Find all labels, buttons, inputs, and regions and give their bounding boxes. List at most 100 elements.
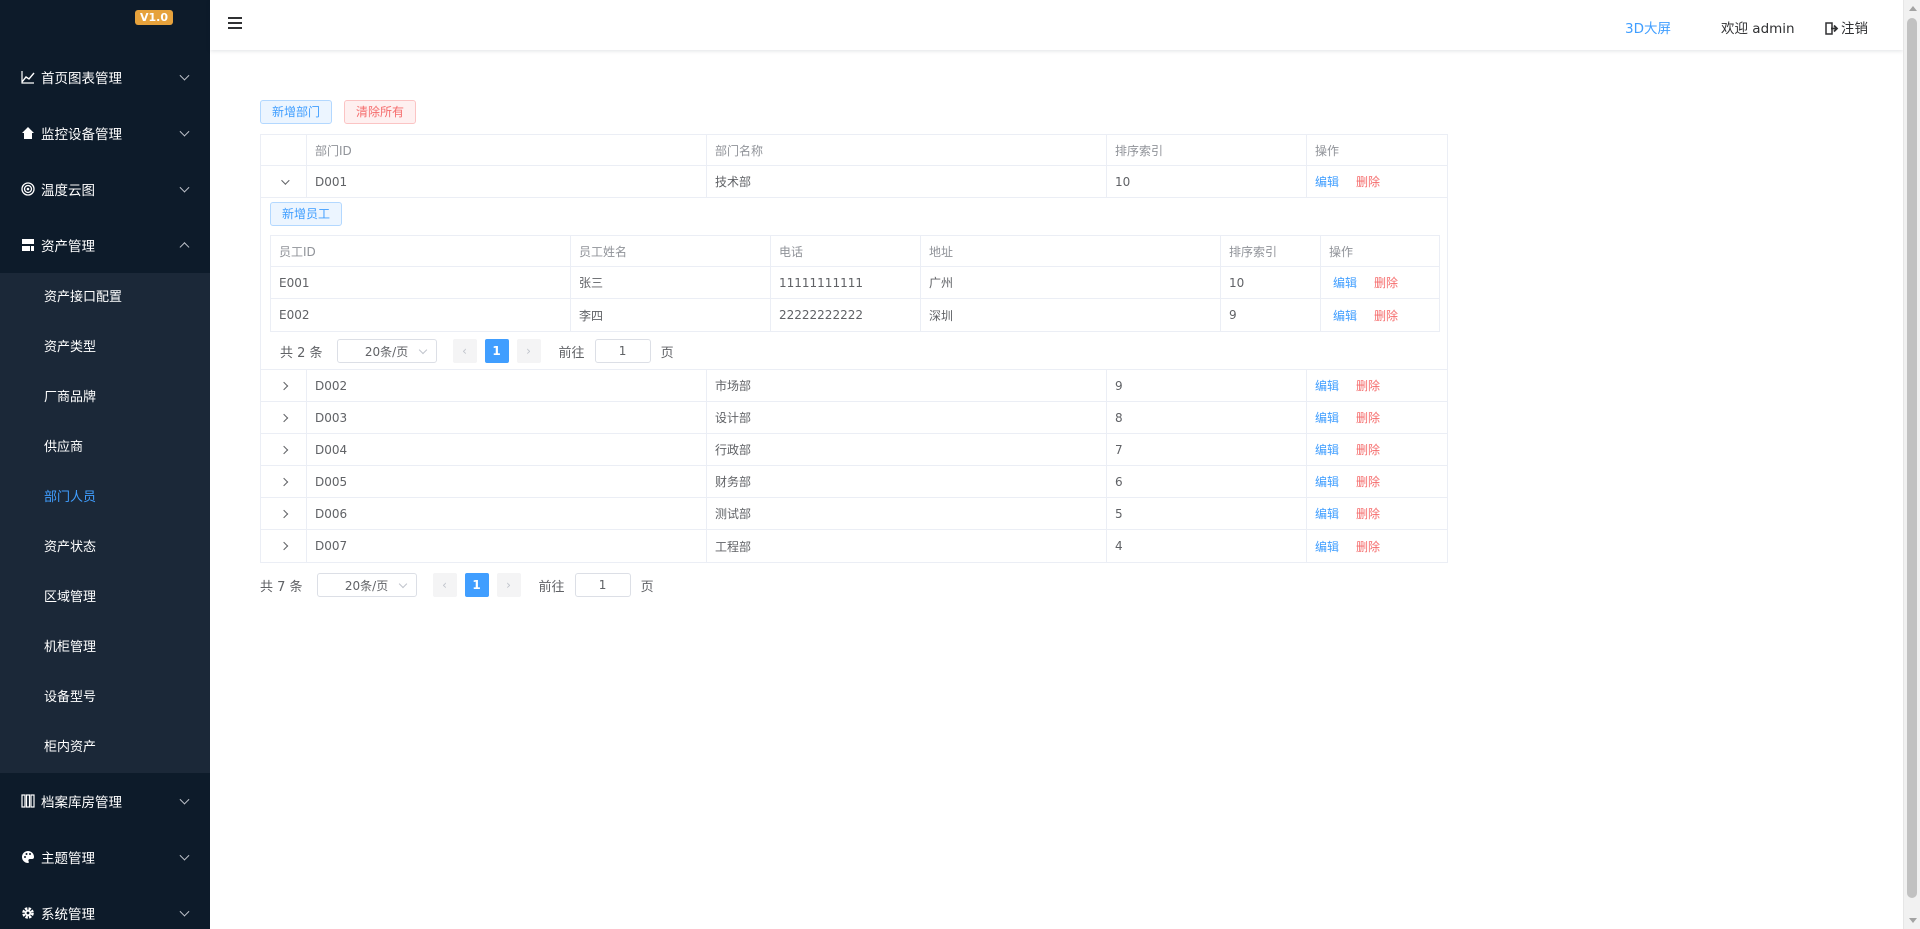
- table-row: D001 技术部 10 编辑 删除: [261, 166, 1447, 198]
- hamburger-menu-icon[interactable]: [228, 17, 242, 29]
- chevron-right-icon: [279, 381, 288, 390]
- edit-button[interactable]: 编辑: [1315, 473, 1339, 490]
- dept-name-cell: 测试部: [707, 498, 1107, 529]
- page-size-select[interactable]: 20条/页: [316, 573, 417, 597]
- sidebar-group-archive[interactable]: 档案库房管理: [0, 773, 210, 829]
- chevron-down-icon: [179, 906, 190, 917]
- clear-all-button[interactable]: 清除所有: [344, 100, 417, 124]
- expand-toggle[interactable]: [261, 370, 307, 401]
- scroll-down-arrow-icon[interactable]: [1909, 918, 1917, 923]
- employee-phone-cell: 22222222222: [771, 299, 921, 331]
- sidebar-item-cabinet[interactable]: 机柜管理: [0, 623, 210, 673]
- delete-button[interactable]: 删除: [1356, 505, 1380, 522]
- pagination-total: 共 7 条: [260, 579, 303, 595]
- page-jump-input[interactable]: 1: [574, 573, 631, 597]
- prev-page-button[interactable]: ‹: [432, 573, 457, 597]
- expand-toggle[interactable]: [261, 498, 307, 529]
- goto-label: 前往: [558, 345, 585, 361]
- add-employee-button[interactable]: 新增员工: [270, 202, 343, 226]
- home-icon: [20, 126, 35, 141]
- sidebar-item-cabinet-assets[interactable]: 柜内资产: [0, 723, 210, 773]
- edit-button[interactable]: 编辑: [1333, 274, 1357, 291]
- sidebar-item-asset-interface[interactable]: 资产接口配置: [0, 273, 210, 323]
- vertical-scrollbar[interactable]: [1903, 0, 1920, 929]
- dept-id-cell: D003: [307, 402, 707, 433]
- logout-label: 注销: [1841, 21, 1868, 37]
- grid-icon: [20, 794, 35, 809]
- delete-button[interactable]: 删除: [1356, 377, 1380, 394]
- sidebar-group-system[interactable]: 系统管理: [0, 885, 210, 929]
- prev-page-button[interactable]: ‹: [452, 339, 477, 363]
- chevron-right-icon: [279, 477, 288, 486]
- page-size-select[interactable]: 20条/页: [336, 339, 437, 363]
- table-header: 员工ID 员工姓名 电话 地址 排序索引 操作: [271, 236, 1439, 267]
- dept-name-cell: 行政部: [707, 434, 1107, 465]
- sidebar-item-asset-type[interactable]: 资产类型: [0, 323, 210, 373]
- actions-cell: 编辑 删除: [1307, 370, 1447, 401]
- page-number-button[interactable]: 1: [484, 339, 509, 363]
- dept-name-cell: 技术部: [707, 166, 1107, 197]
- dept-id-cell: D007: [307, 530, 707, 562]
- sidebar-item-vendor-brand[interactable]: 厂商品牌: [0, 373, 210, 423]
- expand-toggle[interactable]: [261, 466, 307, 497]
- next-page-button[interactable]: ›: [496, 573, 521, 597]
- add-department-button[interactable]: 新增部门: [260, 100, 333, 124]
- edit-button[interactable]: 编辑: [1315, 505, 1339, 522]
- sidebar-group-label: 温度云图: [41, 183, 95, 199]
- table-row: D005 财务部 6 编辑 删除: [261, 466, 1447, 498]
- page-unit-label: 页: [640, 579, 654, 595]
- chevron-down-icon: [280, 175, 290, 185]
- sidebar-group-home-charts[interactable]: 首页图表管理: [0, 49, 210, 105]
- department-table: 部门ID 部门名称 排序索引 操作 D001 技术部 10 编辑 删除 新增员工…: [260, 134, 1448, 563]
- delete-button[interactable]: 删除: [1356, 441, 1380, 458]
- chevron-right-icon: ›: [526, 344, 531, 358]
- header-employee-id: 员工ID: [271, 236, 571, 266]
- delete-button[interactable]: 删除: [1374, 307, 1398, 324]
- edit-button[interactable]: 编辑: [1315, 538, 1339, 555]
- page-jump-input[interactable]: 1: [594, 339, 651, 363]
- sidebar-item-device-model[interactable]: 设备型号: [0, 673, 210, 723]
- chevron-right-icon: [279, 509, 288, 518]
- next-page-button[interactable]: ›: [516, 339, 541, 363]
- edit-button[interactable]: 编辑: [1333, 307, 1357, 324]
- chevron-right-icon: [279, 541, 288, 551]
- delete-button[interactable]: 删除: [1356, 409, 1380, 426]
- sidebar-group-thermal-map[interactable]: 温度云图: [0, 161, 210, 217]
- employee-address-cell: 广州: [921, 267, 1221, 298]
- dept-name-cell: 设计部: [707, 402, 1107, 433]
- header-sort-index: 排序索引: [1107, 135, 1307, 165]
- edit-button[interactable]: 编辑: [1315, 173, 1339, 190]
- edit-button[interactable]: 编辑: [1315, 441, 1339, 458]
- header-phone: 电话: [771, 236, 921, 266]
- delete-button[interactable]: 删除: [1356, 473, 1380, 490]
- edit-button[interactable]: 编辑: [1315, 409, 1339, 426]
- sidebar-group-asset-management[interactable]: 资产管理: [0, 217, 210, 273]
- delete-button[interactable]: 删除: [1374, 274, 1398, 291]
- scroll-thumb[interactable]: [1907, 18, 1917, 898]
- sidebar-group-theme[interactable]: 主题管理: [0, 829, 210, 885]
- sidebar-item-supplier[interactable]: 供应商: [0, 423, 210, 473]
- chevron-left-icon: ‹: [442, 578, 447, 592]
- actions-cell: 编辑 删除: [1307, 402, 1447, 433]
- sidebar-item-department-staff[interactable]: 部门人员: [0, 473, 210, 523]
- expand-toggle[interactable]: [261, 434, 307, 465]
- sidebar-item-asset-status[interactable]: 资产状态: [0, 523, 210, 573]
- delete-button[interactable]: 删除: [1356, 173, 1380, 190]
- dept-name-cell: 财务部: [707, 466, 1107, 497]
- employee-address-cell: 深圳: [921, 299, 1221, 331]
- header-sort-index: 排序索引: [1221, 236, 1321, 266]
- expand-toggle[interactable]: [261, 530, 307, 562]
- sidebar-item-area[interactable]: 区域管理: [0, 573, 210, 623]
- sidebar-group-monitor-devices[interactable]: 监控设备管理: [0, 105, 210, 161]
- collapse-toggle[interactable]: [261, 166, 307, 197]
- delete-button[interactable]: 删除: [1356, 538, 1380, 555]
- page-number-button[interactable]: 1: [464, 573, 489, 597]
- table-row: D007 工程部 4 编辑 删除: [261, 530, 1447, 562]
- chevron-down-icon: [179, 70, 190, 81]
- logout-button[interactable]: 注销: [1825, 17, 1868, 39]
- page-size-value: 20条/页: [364, 344, 409, 359]
- scroll-up-arrow-icon[interactable]: [1909, 6, 1917, 11]
- 3d-screen-link[interactable]: 3D大屏: [1625, 17, 1671, 37]
- expand-toggle[interactable]: [261, 402, 307, 433]
- edit-button[interactable]: 编辑: [1315, 377, 1339, 394]
